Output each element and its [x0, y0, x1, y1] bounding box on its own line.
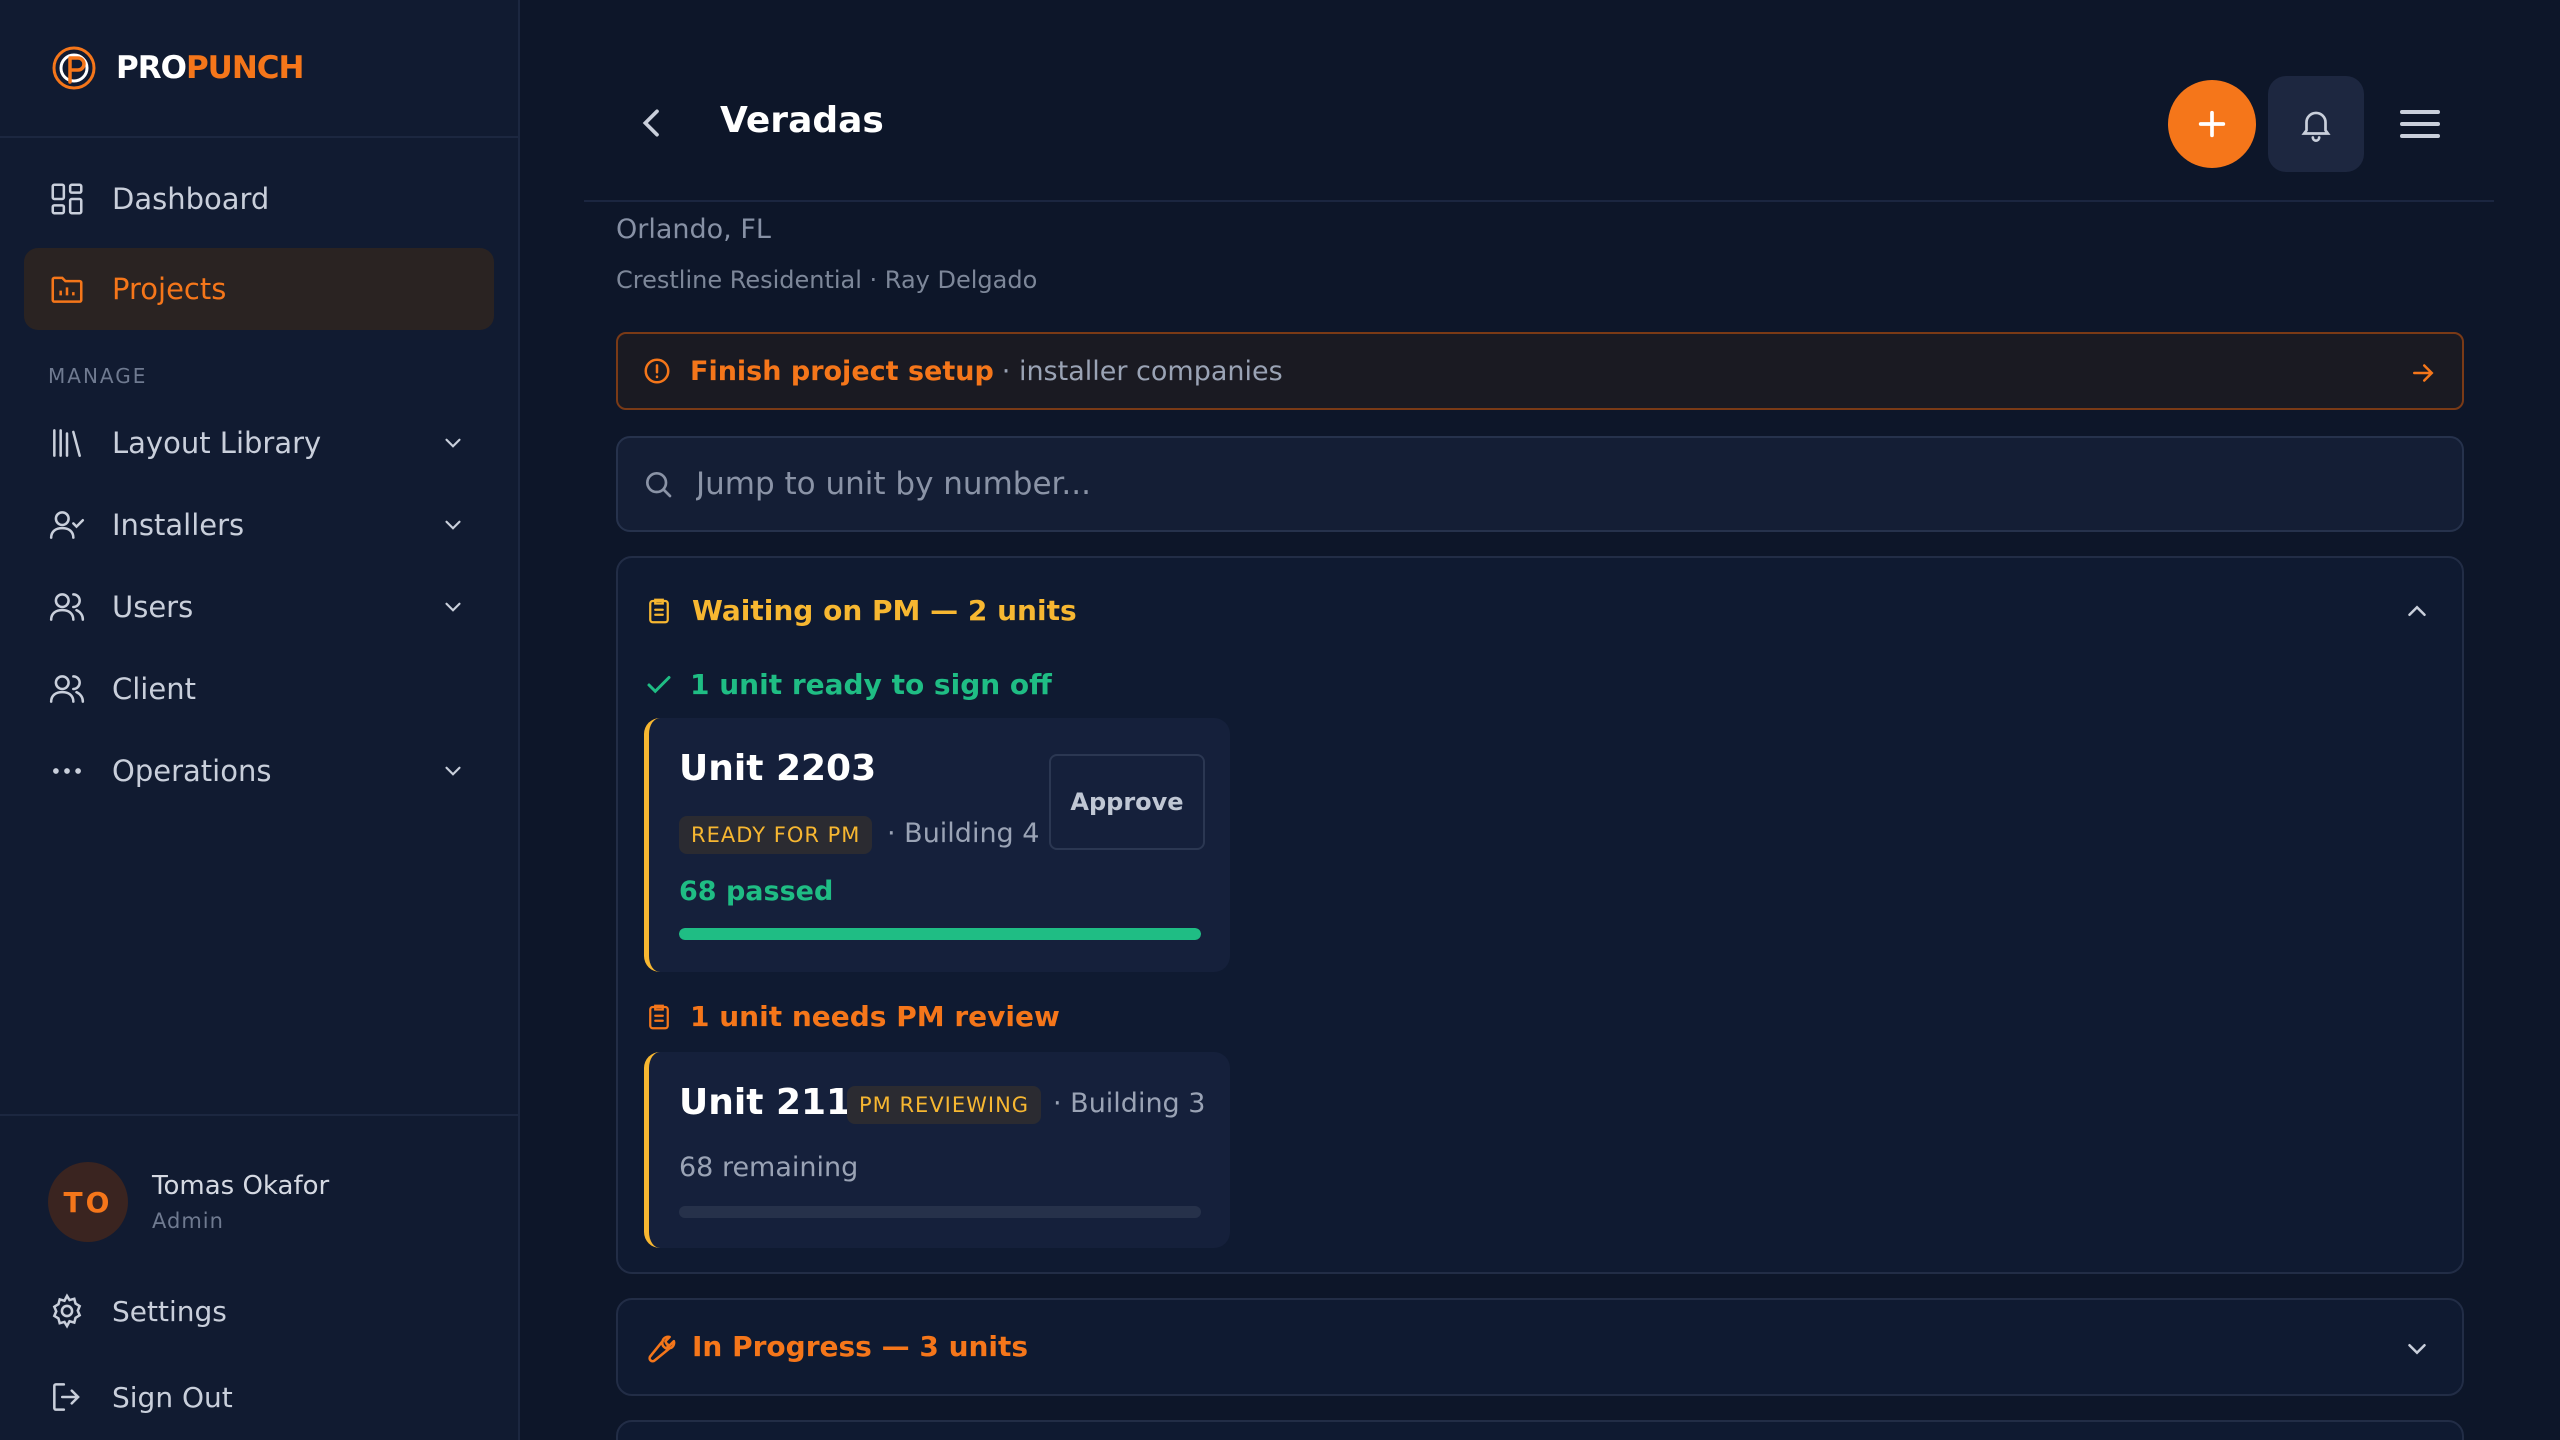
group-header[interactable]: Waiting on PM — 2 units	[644, 594, 1077, 627]
brand[interactable]: PROPUNCH	[0, 0, 518, 138]
alert-circle-icon	[644, 358, 670, 384]
primary-nav: Dashboard Projects MANAGE Layout Library	[0, 138, 518, 812]
setup-banner-title: Finish project setup	[690, 355, 994, 387]
review-subheading: 1 unit needs PM review	[644, 1000, 1060, 1033]
sidebar-item-layout-library[interactable]: Layout Library	[24, 402, 494, 484]
sidebar-item-dashboard[interactable]: Dashboard	[24, 158, 494, 240]
group-title: In Progress — 3 units	[692, 1330, 1029, 1363]
sidebar-item-label: Projects	[112, 272, 227, 306]
client-icon	[49, 675, 85, 703]
settings-label: Settings	[112, 1294, 227, 1328]
propunch-logo-icon	[52, 46, 96, 90]
group-waiting-on-pm: Waiting on PM — 2 units 1 unit ready to …	[616, 556, 2464, 1274]
avatar: TO	[48, 1162, 128, 1242]
sidebar-item-label: Layout Library	[112, 426, 322, 460]
plus-icon	[2198, 110, 2226, 138]
sign-out-link[interactable]: Sign Out	[0, 1354, 518, 1440]
approve-button[interactable]: Approve	[1049, 754, 1205, 850]
library-icon	[53, 429, 81, 457]
brand-name: PROPUNCH	[116, 50, 304, 86]
folder-chart-icon	[51, 276, 83, 303]
group-next	[616, 1420, 2464, 1440]
clipboard-icon	[649, 598, 669, 623]
sidebar: PROPUNCH Dashboard Projects MANAGE Layou…	[0, 0, 520, 1440]
ready-subheading-text: 1 unit ready to sign off	[690, 668, 1052, 701]
progress-fill	[679, 928, 1201, 940]
sidebar-item-operations[interactable]: Operations	[24, 730, 494, 812]
unit-name: Unit 2203	[679, 748, 877, 789]
notifications-button[interactable]	[2268, 76, 2364, 172]
setup-banner[interactable]: Finish project setup · installer compani…	[616, 332, 2464, 410]
group-title: Waiting on PM — 2 units	[692, 594, 1077, 627]
unit-card-2112[interactable]: Unit 2112 PM REVIEWING · Building 3 68 r…	[644, 1052, 1230, 1248]
bell-icon	[2301, 111, 2331, 142]
back-chevron-icon[interactable]	[632, 100, 672, 146]
sidebar-item-users[interactable]: Users	[24, 566, 494, 648]
sidebar-item-label: Client	[112, 672, 196, 706]
remaining-count: 68 remaining	[679, 1152, 859, 1183]
top-bar: Veradas	[584, 0, 2494, 202]
main-content: Veradas Orlando, FL Crestline Residentia…	[584, 0, 2494, 1440]
app-root: PROPUNCH Dashboard Projects MANAGE Layou…	[0, 0, 2560, 1440]
dashboard-grid-icon	[51, 183, 83, 215]
progress-bar	[679, 1206, 1201, 1218]
more-dots-icon	[53, 768, 81, 774]
unit-building: · Building 4	[887, 818, 1040, 849]
status-badge: PM REVIEWING	[847, 1086, 1042, 1124]
progress-bar	[679, 928, 1201, 940]
search-icon	[646, 472, 672, 498]
unit-card-2203[interactable]: Unit 2203 READY FOR PM · Building 4 Appr…	[644, 718, 1230, 972]
user-role: Admin	[152, 1209, 224, 1233]
status-badge: READY FOR PM	[679, 816, 873, 854]
nav-section-label: MANAGE	[48, 364, 148, 388]
unit-building: · Building 3	[1053, 1088, 1206, 1119]
clipboard-icon	[649, 1004, 669, 1029]
add-button[interactable]	[2168, 80, 2256, 168]
group-in-progress[interactable]: In Progress — 3 units	[616, 1298, 2464, 1396]
passed-count: 68 passed	[679, 876, 834, 907]
sidebar-item-label: Users	[112, 590, 194, 624]
user-profile[interactable]: TO Tomas Okafor Admin	[0, 1162, 518, 1242]
wrench-icon	[648, 1335, 676, 1363]
gear-icon	[52, 1293, 82, 1329]
sidebar-item-label: Operations	[112, 754, 272, 788]
users-icon	[49, 593, 85, 621]
arrow-right-icon	[2413, 364, 2434, 382]
sidebar-item-installers[interactable]: Installers	[24, 484, 494, 566]
brand-pro-text: PRO	[116, 50, 187, 86]
project-meta: Crestline Residential · Ray Delgado	[616, 266, 1038, 294]
sidebar-item-projects[interactable]: Projects	[24, 248, 494, 330]
sign-out-label: Sign Out	[112, 1380, 233, 1414]
settings-link[interactable]: Settings	[0, 1268, 518, 1354]
hamburger-menu-icon[interactable]	[2396, 98, 2444, 150]
chevron-down-icon[interactable]	[2402, 1334, 2432, 1364]
chevron-down-icon	[445, 602, 461, 612]
review-subheading-text: 1 unit needs PM review	[690, 1000, 1060, 1033]
brand-punch-text: PUNCH	[185, 50, 305, 86]
sidebar-item-label: Installers	[112, 508, 245, 542]
sidebar-item-label: Dashboard	[112, 182, 270, 216]
chevron-down-icon	[445, 520, 461, 530]
chevron-down-icon	[445, 438, 461, 448]
check-icon	[647, 675, 671, 693]
search-input[interactable]	[696, 466, 2462, 502]
unit-search	[616, 436, 2464, 532]
chevron-up-icon[interactable]	[2402, 596, 2432, 626]
ready-subheading: 1 unit ready to sign off	[644, 668, 1052, 701]
user-check-icon	[49, 511, 85, 539]
chevron-down-icon	[445, 766, 461, 776]
sign-out-icon	[53, 1383, 80, 1411]
setup-banner-detail: · installer companies	[1001, 355, 1283, 387]
page-title: Veradas	[720, 100, 884, 141]
sidebar-footer: TO Tomas Okafor Admin Settings Sign Out	[0, 1114, 518, 1440]
project-location: Orlando, FL	[616, 214, 771, 245]
user-name: Tomas Okafor	[152, 1171, 330, 1201]
sidebar-item-client[interactable]: Client	[24, 648, 494, 730]
